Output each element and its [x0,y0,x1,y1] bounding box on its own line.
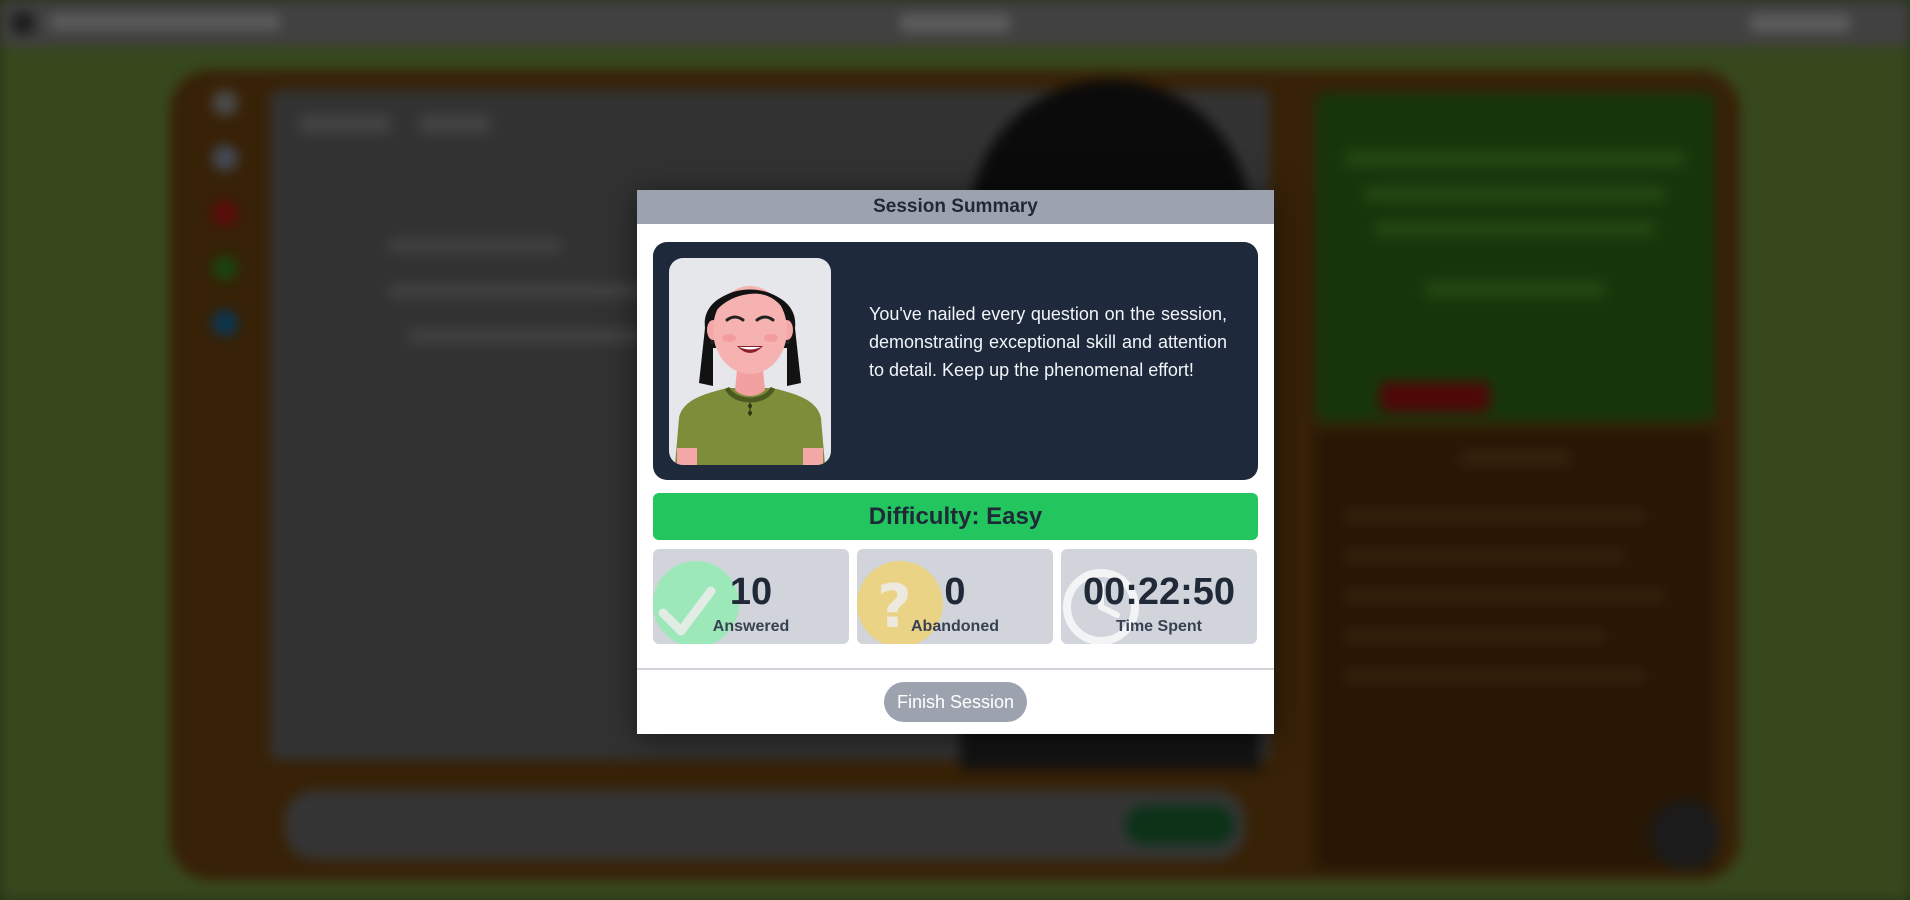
modal-divider [637,668,1274,670]
time-spent-label: Time Spent [1116,618,1202,635]
modal-header: Session Summary [637,190,1274,224]
difficulty-label: Difficulty: Easy [868,502,1043,530]
stat-answered: 10 Answered [653,549,849,644]
finish-session-button[interactable]: Finish Session [884,682,1027,722]
difficulty-banner: Difficulty: Easy [653,493,1258,540]
abandoned-count: 0 [944,571,966,613]
avatar-illustration [675,286,825,465]
abandoned-label: Abandoned [911,618,999,635]
stat-abandoned: ? 0 Abandoned [857,549,1053,644]
session-summary-modal: Session Summary You've nailed every ques… [637,190,1274,734]
answered-label: Answered [712,618,790,635]
feedback-message: You've nailed every question on the sess… [869,304,1227,380]
modal-title: Session Summary [873,196,1038,217]
time-spent-value: 00:22:50 [1082,571,1236,613]
avatar [669,258,831,465]
stat-time-spent: 00:22:50 Time Spent [1061,549,1257,644]
feedback-card: You've nailed every question on the sess… [653,242,1258,480]
answered-count: 10 [729,571,773,613]
